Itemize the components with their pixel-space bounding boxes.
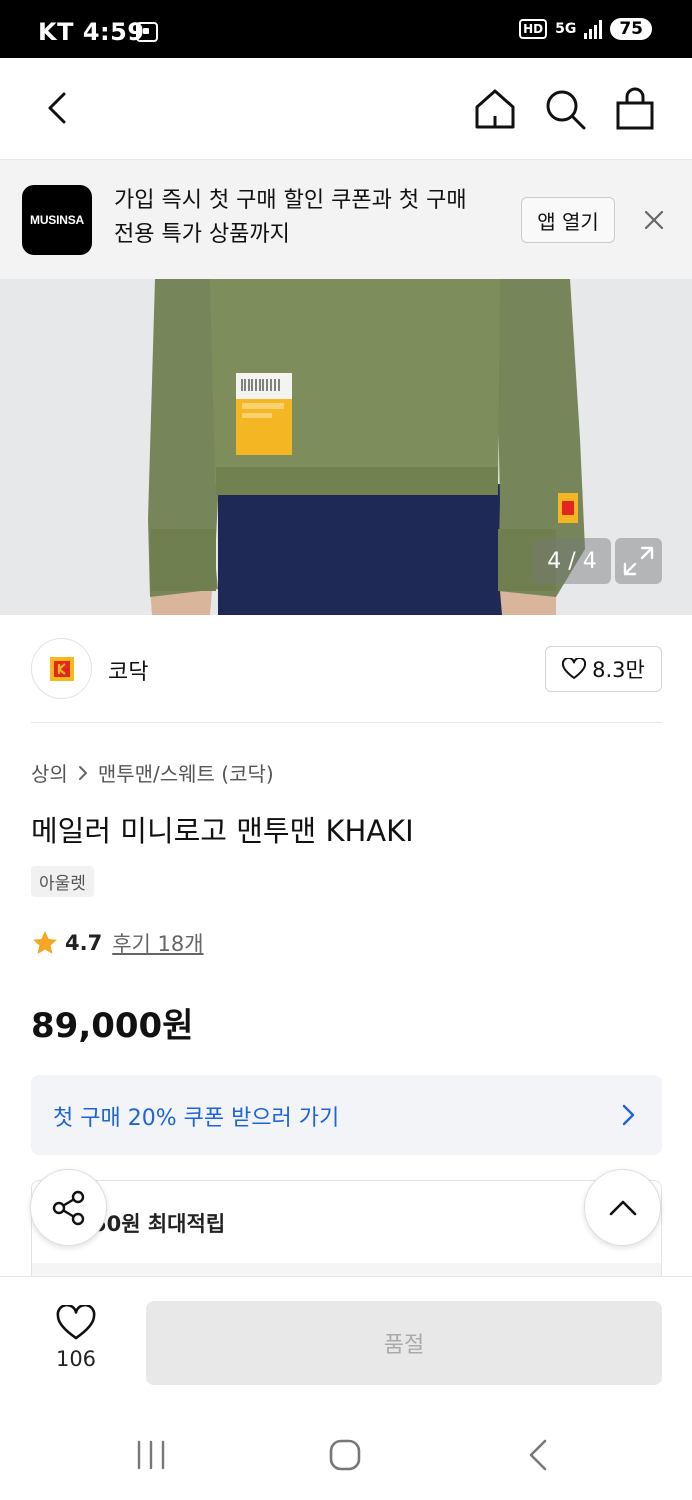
breadcrumb-category[interactable]: 상의 — [31, 758, 68, 787]
signal-icon — [584, 19, 603, 39]
brand-like-button[interactable]: 8.3만 — [545, 646, 662, 692]
points-label: 50원 최대적립 — [92, 1212, 226, 1236]
expand-image-button[interactable] — [615, 538, 662, 584]
points-info[interactable]: 50원 최대적립 — [31, 1180, 662, 1277]
product-title: 메일러 미니로고 맨투맨 KHAKI — [31, 814, 414, 848]
chevron-up-icon — [609, 1200, 636, 1215]
status-indicators: HD 5G 75 — [519, 18, 652, 40]
heart-icon — [562, 658, 587, 679]
breadcrumb-subcategory[interactable]: 맨투맨/스웨트 (코닥) — [98, 758, 274, 787]
breadcrumb: 상의 맨투맨/스웨트 (코닥) — [31, 758, 274, 787]
purchase-bar: 106 품절 — [0, 1276, 692, 1410]
app-promo-banner: MUSINSA 가입 즉시 첫 구매 할인 쿠폰과 첫 구매 전용 특가 상품까… — [0, 160, 692, 279]
rating-row: 4.7 후기 18개 — [31, 928, 204, 958]
shopping-bag-icon[interactable] — [612, 86, 658, 132]
brand-logo — [31, 638, 92, 699]
status-bar: KT 4:59 HD 5G 75 — [0, 0, 692, 58]
open-app-button[interactable]: 앱 열기 — [521, 197, 615, 243]
wishlist-count: 106 — [55, 1347, 97, 1371]
recent-apps-icon[interactable] — [134, 1440, 168, 1470]
first-purchase-coupon-button[interactable]: 첫 구매 20% 쿠폰 받으러 가기 — [31, 1075, 662, 1155]
image-counter: 4 / 4 — [533, 538, 611, 584]
outlet-badge: 아울렛 — [31, 866, 94, 897]
banner-message-line2: 전용 특가 상품까지 — [114, 222, 290, 247]
back-icon[interactable] — [40, 88, 80, 128]
home-button-icon[interactable] — [328, 1438, 362, 1472]
banner-message-line1: 가입 즉시 첫 구매 할인 쿠폰과 첫 구매 — [114, 188, 467, 213]
star-icon — [33, 931, 57, 954]
system-back-icon[interactable] — [524, 1438, 554, 1472]
top-nav — [0, 58, 692, 160]
divider — [31, 722, 662, 723]
heart-icon — [56, 1303, 96, 1340]
screen-record-icon — [136, 22, 158, 42]
product-price: 89,000원 — [31, 1006, 194, 1046]
chevron-right-icon — [78, 765, 87, 780]
musinsa-logo: MUSINSA — [22, 185, 92, 255]
share-button[interactable] — [30, 1169, 107, 1246]
brand-like-count: 8.3만 — [592, 658, 645, 682]
review-link[interactable]: 후기 18개 — [112, 928, 203, 958]
close-icon[interactable] — [640, 206, 668, 234]
share-icon — [52, 1190, 84, 1225]
system-nav-bar — [0, 1410, 692, 1500]
brand-name[interactable]: 코닥 — [108, 654, 148, 686]
carrier-time: KT 4:59 — [38, 18, 145, 46]
coupon-label: 첫 구매 20% 쿠폰 받으러 가기 — [53, 1106, 340, 1131]
sold-out-button[interactable]: 품절 — [146, 1301, 662, 1385]
points-divider — [32, 1263, 661, 1277]
brand-row[interactable]: 코닥 8.3만 — [31, 638, 662, 700]
scroll-top-button[interactable] — [584, 1169, 661, 1246]
search-icon[interactable] — [542, 86, 588, 132]
rating-score: 4.7 — [65, 931, 103, 955]
chevron-right-icon — [622, 1104, 635, 1126]
kodak-logo-icon — [49, 656, 74, 681]
network-icon: 5G — [555, 21, 577, 37]
expand-icon — [623, 546, 654, 576]
battery-icon: 75 — [610, 18, 652, 40]
wishlist-button[interactable]: 106 — [40, 1303, 112, 1371]
banner-message: 가입 즉시 첫 구매 할인 쿠폰과 첫 구매 전용 특가 상품까지 — [114, 184, 494, 252]
hd-icon: HD — [519, 19, 548, 39]
home-icon[interactable] — [472, 86, 518, 132]
